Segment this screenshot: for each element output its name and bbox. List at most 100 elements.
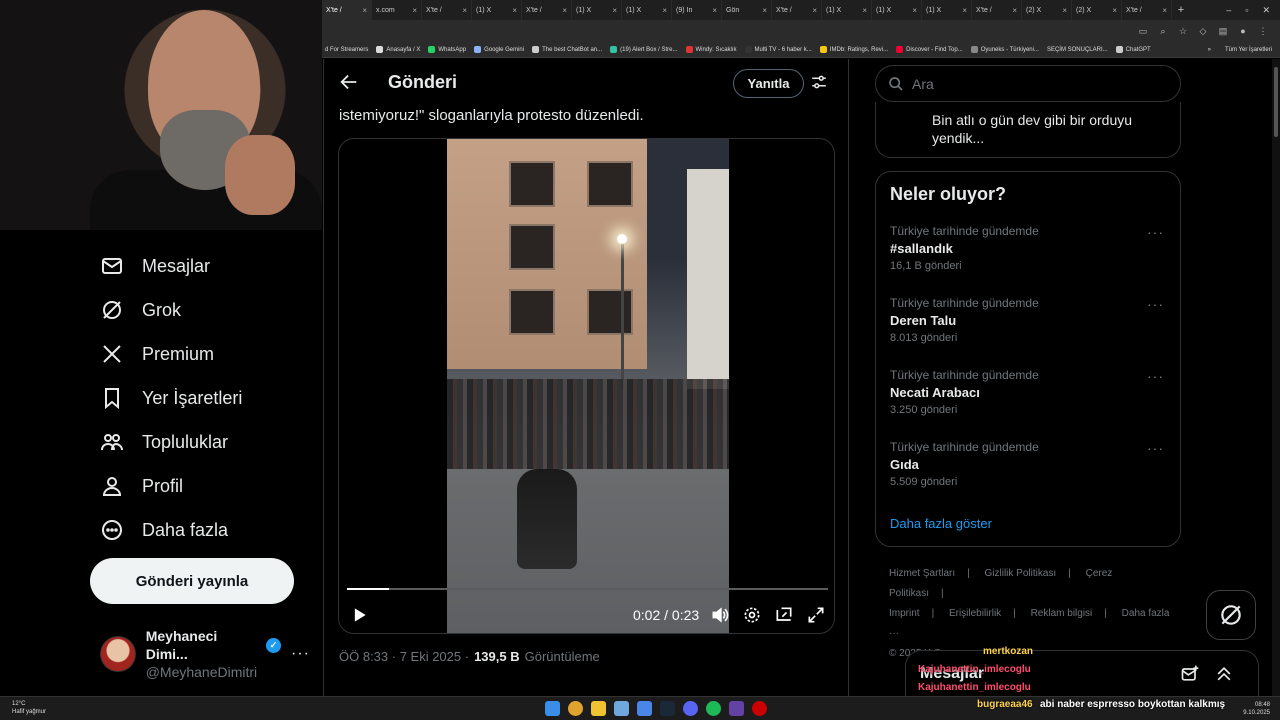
close-tab-icon[interactable]: ×	[1062, 6, 1067, 15]
bookmark-item[interactable]: IMDb: Ratings, Revi...	[819, 46, 888, 53]
nav-item-messages[interactable]: Mesajlar	[100, 254, 210, 278]
bookmark-item[interactable]: The best ChatBot an...	[532, 46, 602, 53]
close-tab-icon[interactable]: ×	[612, 6, 617, 15]
browser-tab[interactable]: (1) X ×	[572, 0, 622, 20]
close-tab-icon[interactable]: ×	[662, 6, 667, 15]
bookmark-item[interactable]: Discover - Find Top...	[896, 46, 963, 53]
bookmark-item[interactable]: (19) Alert Box / Stre...	[610, 46, 678, 53]
new-message-icon[interactable]	[1180, 664, 1200, 684]
browser-tab[interactable]: (1) X ×	[822, 0, 872, 20]
restore-icon[interactable]: ▫	[1245, 5, 1248, 16]
footer-link[interactable]: Imprint	[889, 608, 920, 619]
footer-link[interactable]: Hizmet Şartları	[889, 568, 955, 579]
trend-item[interactable]: Türkiye tarihinde gündemde Deren Talu 8.…	[890, 296, 1170, 344]
trend-more-icon[interactable]: ···	[1147, 368, 1164, 384]
trend-more-icon[interactable]: ···	[1147, 224, 1164, 240]
steam-icon[interactable]	[660, 701, 675, 716]
browser-tab[interactable]: (1) X ×	[472, 0, 522, 20]
browser-tab[interactable]: X'te / ×	[972, 0, 1022, 20]
bookmark-item[interactable]: Windy: Sıcaklık	[685, 46, 737, 53]
filter-icon[interactable]	[810, 73, 828, 91]
chrome-icon[interactable]	[568, 701, 583, 716]
video-player[interactable]: 0:02 / 0:23	[338, 138, 835, 634]
close-tab-icon[interactable]: ×	[512, 6, 517, 15]
sidebar-icon[interactable]: ▤	[1218, 26, 1228, 36]
app-icon[interactable]	[729, 701, 744, 716]
cast-icon[interactable]: ▭	[1138, 26, 1148, 36]
bookmark-item[interactable]: Multi TV - 6 haber k...	[744, 46, 812, 53]
trend-item[interactable]: Türkiye tarihinde gündemde #sallandık 16…	[890, 224, 1170, 272]
scrollbar-thumb[interactable]	[1274, 67, 1278, 137]
footer-link[interactable]: Reklam bilgisi	[1031, 608, 1093, 619]
close-tab-icon[interactable]: ×	[362, 6, 367, 15]
bookmark-item[interactable]: Google Gemini	[474, 46, 524, 53]
grok-floating-button[interactable]	[1206, 590, 1256, 640]
account-switcher[interactable]: Meyhaneci Dimi... ✓ @MeyhaneDimitri ···	[100, 628, 310, 680]
app-icon[interactable]	[752, 701, 767, 716]
nav-item-bookmarks[interactable]: Yer İşaretleri	[100, 386, 242, 410]
close-tab-icon[interactable]: ×	[412, 6, 417, 15]
settings-gear-icon[interactable]	[742, 605, 762, 625]
bookmarks-overflow-button[interactable]: »	[1208, 47, 1211, 53]
weather-widget[interactable]: 12°C Hafif yağmur	[12, 700, 46, 716]
post-timestamp[interactable]: ÖÖ 8:33 · 7 Eki 2025 ·	[339, 649, 469, 664]
system-clock[interactable]: 08:48 9.10.2025	[1243, 701, 1270, 717]
bookmark-item[interactable]: WhatsApp	[428, 46, 466, 53]
menu-icon[interactable]: ⋮	[1258, 26, 1268, 36]
file-explorer-icon[interactable]	[591, 701, 606, 716]
discord-icon[interactable]	[683, 701, 698, 716]
sidebar-quote-card[interactable]: Bin atlı o gün dev gibi bir orduyu yendi…	[875, 102, 1181, 158]
trend-item[interactable]: Türkiye tarihinde gündemde Gıda 5.509 gö…	[890, 440, 1170, 488]
close-tab-icon[interactable]: ×	[712, 6, 717, 15]
play-icon[interactable]	[349, 605, 369, 625]
spotify-icon[interactable]	[706, 701, 721, 716]
close-window-icon[interactable]: ✕	[1262, 5, 1270, 16]
bookmark-item[interactable]: d For Streamers	[325, 47, 368, 53]
search-input[interactable]	[912, 75, 1152, 92]
browser-tab[interactable]: (2) X ×	[1072, 0, 1122, 20]
post-button[interactable]: Gönderi yayınla	[90, 558, 294, 604]
windows-start-icon[interactable]	[545, 701, 560, 716]
zoom-icon[interactable]: ⌕	[1158, 26, 1168, 36]
nav-item-premium[interactable]: Premium	[100, 342, 214, 366]
account-more-icon[interactable]: ···	[291, 645, 310, 663]
close-tab-icon[interactable]: ×	[1112, 6, 1117, 15]
close-tab-icon[interactable]: ×	[562, 6, 567, 15]
reply-button[interactable]: Yanıtla	[733, 69, 804, 98]
footer-link[interactable]: Gizlilik Politikası	[985, 568, 1057, 579]
fullscreen-icon[interactable]	[806, 605, 826, 625]
bookmark-item[interactable]: Anasayfa / X	[376, 46, 420, 53]
page-scrollbar[interactable]	[1272, 59, 1280, 696]
close-tab-icon[interactable]: ×	[862, 6, 867, 15]
video-progress-bar[interactable]	[347, 588, 828, 590]
browser-tab[interactable]: (9) In ×	[672, 0, 722, 20]
browser-tab[interactable]: X'te / ×	[772, 0, 822, 20]
browser-tab[interactable]: (1) X ×	[872, 0, 922, 20]
bookmark-item[interactable]: SEÇİM SONUÇLARI...	[1047, 47, 1108, 53]
profile-icon[interactable]: ●	[1238, 26, 1248, 36]
footer-link[interactable]: Erişilebilirlik	[949, 608, 1001, 619]
close-tab-icon[interactable]: ×	[1162, 6, 1167, 15]
nav-item-more[interactable]: Daha fazla	[100, 518, 228, 542]
back-arrow-icon[interactable]	[338, 71, 360, 93]
browser-tab[interactable]: Gön ×	[722, 0, 772, 20]
close-tab-icon[interactable]: ×	[462, 6, 467, 15]
browser-tab[interactable]: X'te / ×	[1122, 0, 1172, 20]
app-icon[interactable]	[614, 701, 629, 716]
browser-tab[interactable]: x.com ×	[372, 0, 422, 20]
video-frame[interactable]	[447, 139, 729, 633]
app-icon[interactable]	[637, 701, 652, 716]
close-tab-icon[interactable]: ×	[812, 6, 817, 15]
search-bar[interactable]	[875, 65, 1181, 102]
trend-item[interactable]: Türkiye tarihinde gündemde Necati Arabac…	[890, 368, 1170, 416]
browser-tab[interactable]: (1) X ×	[622, 0, 672, 20]
nav-item-profile[interactable]: Profil	[100, 474, 183, 498]
trend-more-icon[interactable]: ···	[1147, 296, 1164, 312]
volume-icon[interactable]	[710, 605, 730, 625]
nav-item-communities[interactable]: Topluluklar	[100, 430, 228, 454]
all-bookmarks-button[interactable]: Tüm Yer İşaretleri	[1225, 47, 1272, 53]
picture-in-picture-icon[interactable]	[774, 605, 794, 625]
close-tab-icon[interactable]: ×	[912, 6, 917, 15]
expand-chevron-icon[interactable]	[1214, 664, 1234, 684]
bookmark-item[interactable]: ChatGPT	[1115, 46, 1151, 53]
